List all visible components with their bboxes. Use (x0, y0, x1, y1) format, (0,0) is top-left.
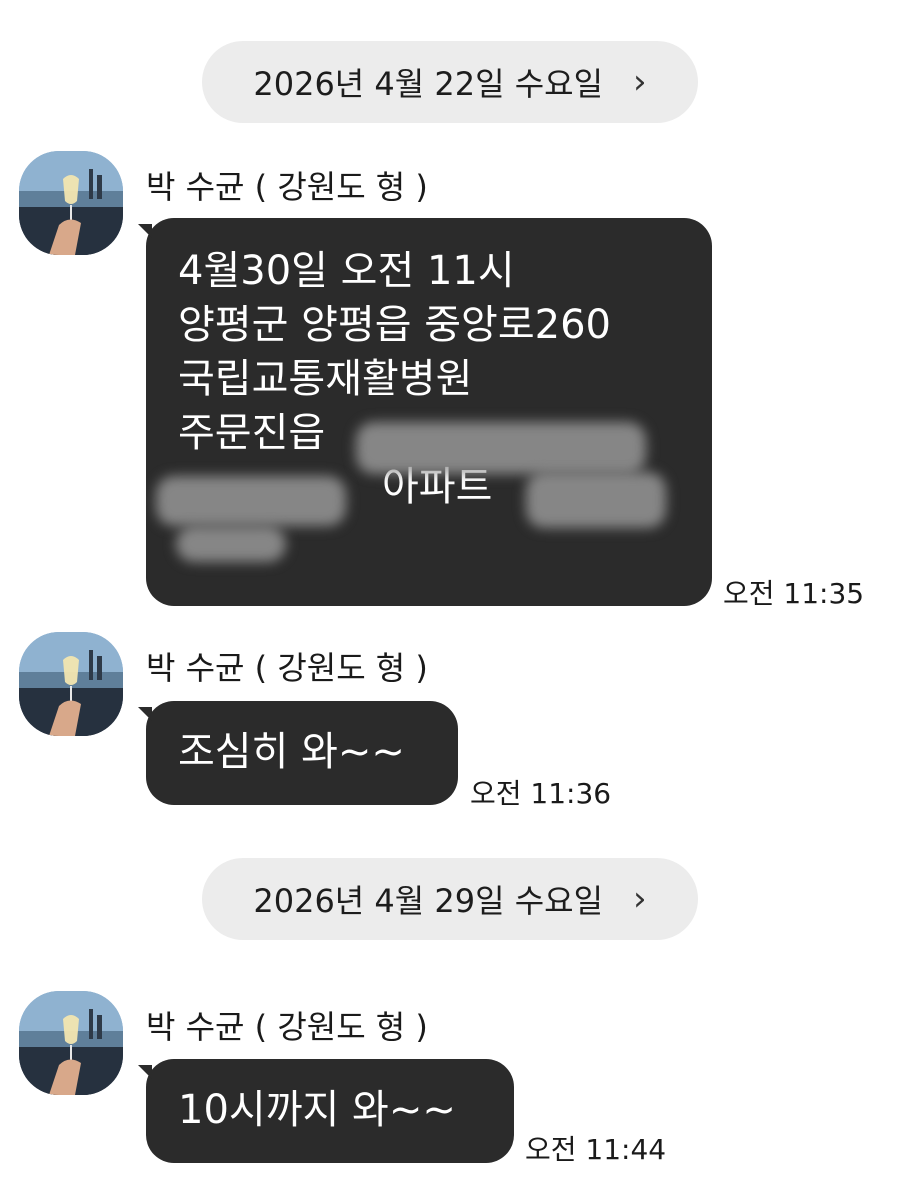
sender-name: 박 수균 ( 강원도 형 ) (146, 649, 428, 687)
date-label: 2026년 4월 29일 수요일 (253, 882, 604, 920)
sender-name: 박 수균 ( 강원도 형 ) (146, 1008, 428, 1046)
message-text: 조심히 와~~ (178, 729, 405, 775)
message-bubble[interactable]: 조심히 와~~ (138, 701, 458, 805)
message-bubble[interactable]: 4월30일 오전 11시 양평군 양평읍 중앙로260 국립교통재활병원 주문진… (138, 218, 712, 606)
date-label: 2026년 4월 22일 수요일 (253, 65, 604, 103)
message-line: 양평군 양평읍 중앙로260 (178, 302, 611, 348)
date-separator[interactable]: 2026년 4월 22일 수요일 › (202, 41, 698, 123)
redaction-blur (156, 476, 346, 526)
chevron-right-icon: › (633, 62, 647, 102)
bubble-tail (138, 224, 152, 238)
redaction-blur (356, 422, 646, 474)
redaction-blur (526, 472, 666, 528)
message-line: 국립교통재활병원 (178, 356, 473, 402)
avatar[interactable] (19, 632, 123, 736)
message-time: 오전 11:44 (525, 1133, 667, 1166)
message-line: 4월30일 오전 11시 (178, 248, 515, 294)
message-text: 10시까지 와~~ (178, 1087, 456, 1133)
sender-name: 박 수균 ( 강원도 형 ) (146, 168, 428, 206)
message-time: 오전 11:35 (723, 577, 865, 610)
chevron-right-icon: › (633, 879, 647, 919)
bubble-tail (138, 707, 152, 721)
avatar[interactable] (19, 151, 123, 255)
redaction-blur (176, 526, 286, 562)
message-time: 오전 11:36 (470, 777, 612, 810)
bubble-tail (138, 1065, 152, 1079)
message-bubble[interactable]: 10시까지 와~~ (138, 1059, 514, 1163)
avatar[interactable] (19, 991, 123, 1095)
date-separator[interactable]: 2026년 4월 29일 수요일 › (202, 858, 698, 940)
